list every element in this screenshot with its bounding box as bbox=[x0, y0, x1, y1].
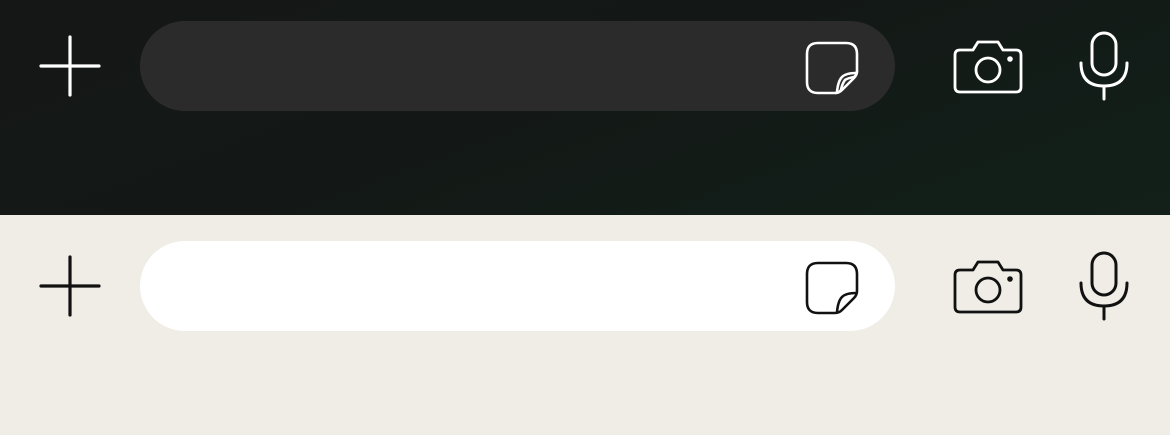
camera-icon bbox=[953, 40, 1023, 94]
microphone-icon bbox=[1079, 31, 1129, 101]
message-input-container bbox=[140, 21, 895, 113]
composer-bar-dark bbox=[0, 0, 1170, 215]
voice-record-button[interactable] bbox=[1076, 30, 1132, 102]
attach-button[interactable] bbox=[36, 32, 104, 100]
sticker-button[interactable] bbox=[804, 40, 860, 96]
message-input[interactable] bbox=[180, 241, 804, 333]
plus-icon bbox=[39, 35, 101, 97]
sticker-icon bbox=[805, 41, 859, 95]
plus-icon bbox=[39, 255, 101, 317]
camera-button[interactable] bbox=[950, 256, 1026, 316]
voice-record-button[interactable] bbox=[1076, 250, 1132, 322]
camera-button[interactable] bbox=[950, 36, 1026, 96]
composer-bar-light bbox=[0, 215, 1170, 435]
sticker-button[interactable] bbox=[804, 260, 860, 316]
message-input-container bbox=[140, 241, 895, 333]
camera-icon bbox=[953, 260, 1023, 314]
microphone-icon bbox=[1079, 251, 1129, 321]
sticker-icon bbox=[805, 261, 859, 315]
message-input[interactable] bbox=[180, 21, 804, 113]
attach-button[interactable] bbox=[36, 252, 104, 320]
